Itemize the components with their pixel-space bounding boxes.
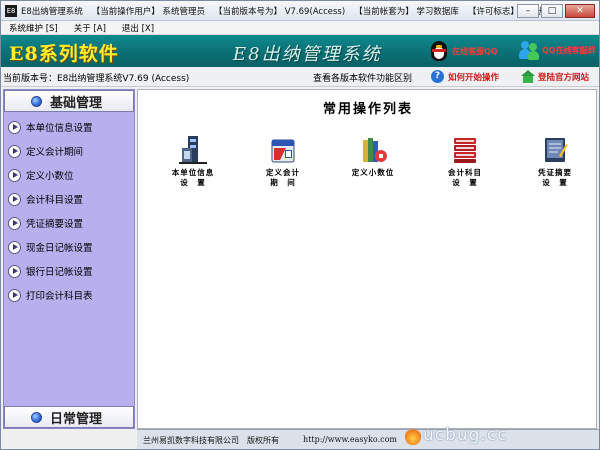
op-voucher-summary-label: 凭证摘要 设 置 <box>538 168 572 187</box>
sidebar: 基础管理 本单位信息设置 定义会计期间 定义小数位 会计科目设置 凭证摘要设置 <box>3 89 135 429</box>
calendar-period-icon <box>266 134 300 166</box>
bullet-arrow-icon <box>8 240 21 254</box>
op-decimal-places[interactable]: 定义小数位 <box>338 134 408 204</box>
bullet-arrow-icon <box>8 192 21 206</box>
title-current-user: 【当前操作用户】 系统管理员 <box>91 6 205 17</box>
sidebar-item-print-subjects[interactable]: 打印会计科目表 <box>4 283 134 307</box>
sidebar-item-voucher-summary[interactable]: 凭证摘要设置 <box>4 211 134 235</box>
op-unit-info[interactable]: 本单位信息 设 置 <box>158 134 228 204</box>
bullet-arrow-icon <box>8 168 21 182</box>
menu-bar: 系统维护 [S] 关于 [A] 退出 [X] <box>1 21 599 35</box>
footer-url[interactable]: http://www.easyko.com <box>303 435 397 444</box>
bullet-arrow-icon <box>8 120 21 134</box>
op-voucher-summary[interactable]: 凭证摘要 设 置 <box>520 134 590 204</box>
view-version-diff-link[interactable]: 查看各版本软件功能区别 <box>313 71 412 84</box>
watermark: ucbug.cc <box>423 425 508 445</box>
building-info-icon <box>176 134 210 166</box>
bullet-arrow-icon <box>8 216 21 230</box>
sidebar-basic-header-label: 基础管理 <box>50 95 103 111</box>
system-title: E8出纳管理系统 <box>233 44 382 65</box>
sidebar-item-bank-journal[interactable]: 银行日记帐设置 <box>4 259 134 283</box>
official-site-link[interactable]: 登陆官方网站 <box>521 70 589 83</box>
footer-company: 兰州易凯数字科技有限公司 <box>143 436 239 445</box>
voucher-pen-icon <box>538 134 572 166</box>
sidebar-item-accounting-period[interactable]: 定义会计期间 <box>4 139 134 163</box>
qq-online-service[interactable]: 在线客服QQ <box>429 39 498 63</box>
brand-title: E8系列软件 <box>9 43 119 65</box>
sidebar-item-label: 打印会计科目表 <box>26 291 93 302</box>
sidebar-daily-header[interactable]: 日常管理 <box>4 406 134 428</box>
bullet-arrow-icon <box>8 288 21 302</box>
current-version-text: 当前版本号：E8出纳管理系统V7.69 (Access) <box>3 74 190 84</box>
blue-ball-icon <box>31 411 42 423</box>
app-window: E8 E8出纳管理系统 【当前操作用户】 系统管理员 【当前版本号为】 V7.6… <box>0 0 600 450</box>
home-icon <box>521 70 535 83</box>
qq-online-label: 在线客服QQ <box>452 46 498 56</box>
op-accounting-period[interactable]: 定义会计 期 间 <box>248 134 318 204</box>
menu-system-maintenance[interactable]: 系统维护 [S] <box>9 22 58 34</box>
operations-list: 本单位信息 设 置 定义会计 期 间 定义小数位 会计科目 设 置 凭证摘要 设… <box>138 134 598 204</box>
sidebar-item-unit-info[interactable]: 本单位信息设置 <box>4 115 134 139</box>
title-bar[interactable]: E8 E8出纳管理系统 【当前操作用户】 系统管理员 【当前版本号为】 V7.6… <box>1 1 599 21</box>
sidebar-item-label: 会计科目设置 <box>26 195 84 206</box>
title-version: 【当前版本号为】 V7.69(Access) <box>214 6 346 17</box>
menu-exit[interactable]: 退出 [X] <box>122 22 154 34</box>
op-decimal-places-label: 定义小数位 <box>351 168 395 177</box>
maximize-button[interactable]: □ <box>541 4 563 18</box>
help-icon: ? <box>431 70 444 83</box>
sidebar-item-cash-journal[interactable]: 现金日记帐设置 <box>4 235 134 259</box>
sidebar-item-label: 凭证摘要设置 <box>26 219 84 230</box>
ledger-stack-icon <box>448 134 482 166</box>
bullet-arrow-icon <box>8 144 21 158</box>
title-account-set: 【当前帐套为】 学习数据库 <box>354 6 459 17</box>
window-controls: – □ ✕ <box>517 4 595 18</box>
app-icon: E8 <box>5 4 17 17</box>
blue-ball-icon <box>31 95 42 107</box>
op-account-subjects-label: 会计科目 设 置 <box>448 168 482 187</box>
sidebar-basic-header[interactable]: 基础管理 <box>4 90 134 112</box>
sidebar-item-account-subjects[interactable]: 会计科目设置 <box>4 187 134 211</box>
op-account-subjects[interactable]: 会计科目 设 置 <box>430 134 500 204</box>
qq-group-icon <box>519 39 539 61</box>
sidebar-item-label: 定义小数位 <box>26 171 74 182</box>
sidebar-item-label: 定义会计期间 <box>26 147 84 158</box>
sidebar-item-decimal-places[interactable]: 定义小数位 <box>4 163 134 187</box>
op-unit-info-label: 本单位信息 设 置 <box>171 168 215 187</box>
footer-rights: 版权所有 <box>247 436 279 445</box>
how-to-start-link[interactable]: ? 如何开始操作 <box>431 70 499 83</box>
sidebar-item-label: 银行日记帐设置 <box>26 267 93 278</box>
how-to-start-label: 如何开始操作 <box>448 72 500 83</box>
op-accounting-period-label: 定义会计 期 间 <box>266 168 300 187</box>
menu-about[interactable]: 关于 [A] <box>74 22 106 34</box>
main-panel: 常用操作列表 本单位信息 设 置 定义会计 期 间 定义小数位 会计科目 设 置… <box>137 89 597 429</box>
watermark-flame-icon <box>405 427 421 445</box>
minimize-button[interactable]: – <box>517 4 539 18</box>
main-title: 常用操作列表 <box>322 102 413 117</box>
sidebar-list: 本单位信息设置 定义会计期间 定义小数位 会计科目设置 凭证摘要设置 现金日记帐… <box>4 115 134 307</box>
qq-group-service[interactable]: QQ在线客服群 <box>519 39 596 61</box>
sidebar-item-label: 本单位信息设置 <box>26 123 93 134</box>
close-button[interactable]: ✕ <box>565 4 595 18</box>
sidebar-daily-header-label: 日常管理 <box>50 411 103 427</box>
official-site-label: 登陆官方网站 <box>538 72 590 83</box>
header-banner: E8系列软件 E8出纳管理系统 在线客服QQ QQ在线客服群 <box>1 35 599 67</box>
decimal-books-icon <box>356 134 390 166</box>
qq-penguin-icon <box>429 39 449 63</box>
title-app-name: E8出纳管理系统 <box>21 6 83 17</box>
sidebar-item-label: 现金日记帐设置 <box>26 243 93 254</box>
qq-group-label: QQ在线客服群 <box>542 45 596 55</box>
bullet-arrow-icon <box>8 264 21 278</box>
version-strip: 当前版本号：E8出纳管理系统V7.69 (Access) 查看各版本软件功能区别… <box>1 67 599 87</box>
footer: 兰州易凯数字科技有限公司 版权所有 http://www.easyko.com <box>137 429 599 449</box>
